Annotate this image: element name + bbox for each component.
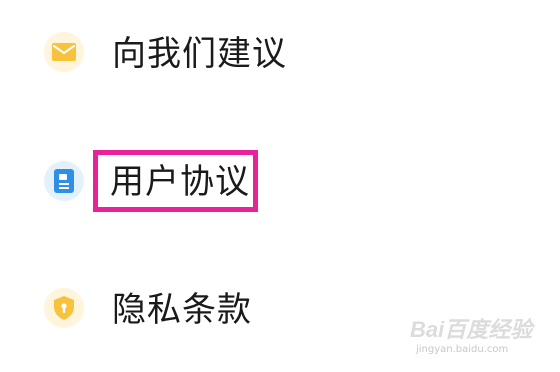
baidu-jingyan-watermark: Bai百度经验 jingyan.baidu.com bbox=[408, 310, 538, 362]
highlight-annotation-box bbox=[93, 150, 258, 212]
shield-icon bbox=[44, 288, 84, 328]
watermark-url: jingyan.baidu.com bbox=[416, 344, 509, 355]
watermark-brand: Bai百度经验 bbox=[410, 317, 533, 342]
document-icon bbox=[44, 161, 84, 201]
envelope-icon bbox=[44, 32, 84, 72]
menu-item-label: 隐私条款 bbox=[112, 290, 252, 330]
menu-item-user-agreement[interactable]: 用户协议 bbox=[0, 133, 560, 233]
menu-item-suggestion[interactable]: 向我们建议 bbox=[0, 3, 560, 103]
settings-screen: 向我们建议 用户协议 隐私条款 Bai百度经验 jingyan.baidu.co… bbox=[0, 0, 560, 372]
menu-item-label: 向我们建议 bbox=[112, 34, 287, 74]
